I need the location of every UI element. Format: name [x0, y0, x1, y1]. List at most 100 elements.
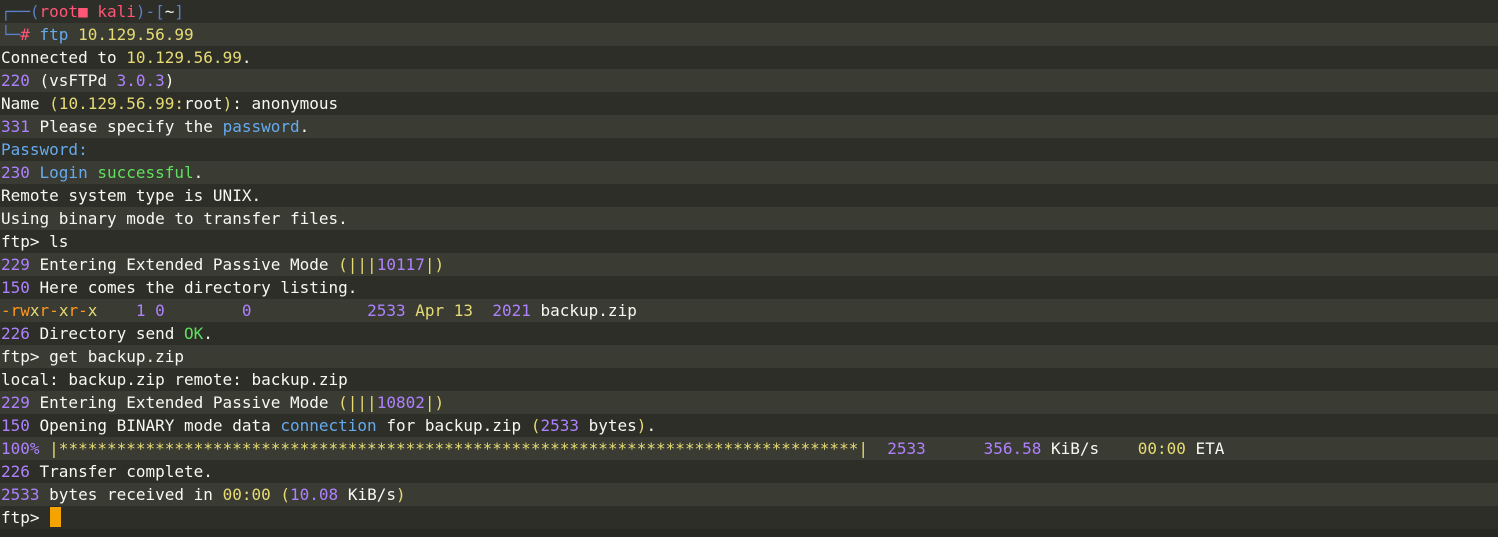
- terminal-text: 356.58: [983, 439, 1051, 458]
- terminal-text: .: [646, 416, 657, 435]
- terminal-text: (: [530, 416, 541, 435]
- terminal-text: .: [203, 324, 213, 343]
- terminal-text: Directory send: [39, 324, 185, 343]
- terminal-text: Connected to: [1, 48, 127, 67]
- terminal-text: 226: [1, 324, 40, 343]
- terminal-text: KiB/s: [347, 485, 396, 504]
- terminal-output[interactable]: ┌──(root■ kali)-[~] └─# ftp 10.129.56.99 C…: [0, 0, 1498, 537]
- terminal-text: ): [395, 485, 406, 504]
- terminal-text: root: [184, 94, 223, 113]
- terminal-text: 150: [1, 278, 40, 297]
- terminal-text: Opening BINARY mode data: [39, 416, 281, 435]
- terminal-text: r-: [39, 301, 59, 320]
- text-cursor: [50, 507, 62, 527]
- terminal-text: successful: [97, 163, 194, 182]
- terminal-text: OK: [184, 324, 204, 343]
- terminal-line: 230 Login successful.: [0, 161, 1498, 184]
- terminal-line: 150 Here comes the directory listing.: [0, 276, 1498, 299]
- terminal-text: |): [424, 255, 445, 274]
- terminal-line: └─# ftp 10.129.56.99: [0, 23, 1498, 46]
- terminal-text: 00:00: [222, 485, 271, 504]
- terminal-text: 2533: [887, 439, 926, 458]
- terminal-text: r-: [68, 301, 88, 320]
- terminal-text: bytes received in: [49, 485, 223, 504]
- terminal-text: (|||: [338, 393, 377, 412]
- terminal-text: KiB/s: [1051, 439, 1100, 458]
- terminal-text: |***************************************…: [49, 439, 868, 458]
- terminal-line: Remote system type is UNIX.: [0, 184, 1498, 207]
- terminal-line: 100% |**********************************…: [0, 437, 1498, 460]
- terminal-text: kali: [87, 2, 136, 21]
- terminal-text: x: [87, 301, 98, 320]
- terminal-text: (|||: [338, 255, 377, 274]
- terminal-text: 331: [1, 117, 40, 136]
- terminal-line: local: backup.zip remote: backup.zip: [0, 368, 1498, 391]
- terminal-text: 10802: [376, 393, 425, 412]
- terminal-text: 10.08: [290, 485, 348, 504]
- terminal-text: ETA: [1185, 439, 1225, 458]
- terminal-line: -rwxr-xr-x 1 0 0 2533 Apr 13 2021 backup…: [0, 299, 1498, 322]
- terminal-text: ┌──(: [1, 2, 40, 21]
- terminal-line: 331 Please specify the password.: [0, 115, 1498, 138]
- terminal-line: 150 Opening BINARY mode data connection …: [0, 414, 1498, 437]
- terminal-line: ftp> ls: [0, 230, 1498, 253]
- terminal-text: 229: [1, 393, 40, 412]
- terminal-text: #: [20, 25, 40, 44]
- terminal-text: Remote system type is UNIX.: [1, 186, 262, 205]
- terminal-text: 2533: [1, 485, 50, 504]
- terminal-text: (vsFTPd: [39, 71, 117, 90]
- terminal-line: Password:: [0, 138, 1498, 161]
- terminal-text: .: [193, 163, 204, 182]
- terminal-text: .: [241, 48, 252, 67]
- terminal-line: 229 Entering Extended Passive Mode (|||1…: [0, 253, 1498, 276]
- terminal-text: 3.0.3: [116, 71, 165, 90]
- terminal-text: 100%: [1, 439, 50, 458]
- terminal-line: 2533 bytes received in 00:00 (10.08 KiB/…: [0, 483, 1498, 506]
- terminal-text: x: [58, 301, 69, 320]
- terminal-text: : anonymous: [232, 94, 339, 113]
- terminal-text: Transfer complete.: [39, 462, 213, 481]
- terminal-text: 229: [1, 255, 40, 274]
- terminal-text: backup.zip: [540, 301, 637, 320]
- terminal-text: 220: [1, 71, 40, 90]
- terminal-text: ■: [78, 2, 88, 21]
- terminal-line: 229 Entering Extended Passive Mode (|||1…: [0, 391, 1498, 414]
- terminal-text: ftp: [39, 25, 79, 44]
- terminal-text: (: [280, 485, 291, 504]
- terminal-text: 2533: [367, 301, 416, 320]
- terminal-text: 2533: [540, 416, 589, 435]
- terminal-text: 150: [1, 416, 40, 435]
- terminal-line: Name (10.129.56.99:root): anonymous: [0, 92, 1498, 115]
- terminal-text: .: [299, 117, 310, 136]
- terminal-text: ): [636, 416, 647, 435]
- terminal-text: root: [39, 2, 79, 21]
- terminal-text: 10.129.56.99: [126, 48, 242, 67]
- terminal-text: ftp>: [1, 508, 50, 527]
- terminal-line: ftp>: [0, 506, 1498, 529]
- terminal-text: Here comes the directory listing.: [39, 278, 358, 297]
- terminal-text: )-[: [135, 2, 165, 21]
- terminal-text: 226: [1, 462, 40, 481]
- terminal-line: 226 Directory send OK.: [0, 322, 1498, 345]
- terminal-text: x: [29, 301, 40, 320]
- terminal-line: Using binary mode to transfer files.: [0, 207, 1498, 230]
- terminal-text: Apr 13: [415, 301, 493, 320]
- terminal-text: bytes: [588, 416, 637, 435]
- terminal-text: Password:: [1, 140, 88, 159]
- terminal-text: 2021: [492, 301, 541, 320]
- terminal-text: ): [222, 94, 233, 113]
- terminal-text: password: [222, 117, 300, 136]
- terminal-line: Connected to 10.129.56.99.: [0, 46, 1498, 69]
- terminal-text: |): [424, 393, 445, 412]
- terminal-text: for backup.zip: [376, 416, 531, 435]
- terminal-text: Please specify the: [39, 117, 223, 136]
- terminal-text: └─: [1, 25, 21, 44]
- terminal-text: Login: [39, 163, 98, 182]
- terminal-text: Entering Extended Passive Mode: [39, 393, 339, 412]
